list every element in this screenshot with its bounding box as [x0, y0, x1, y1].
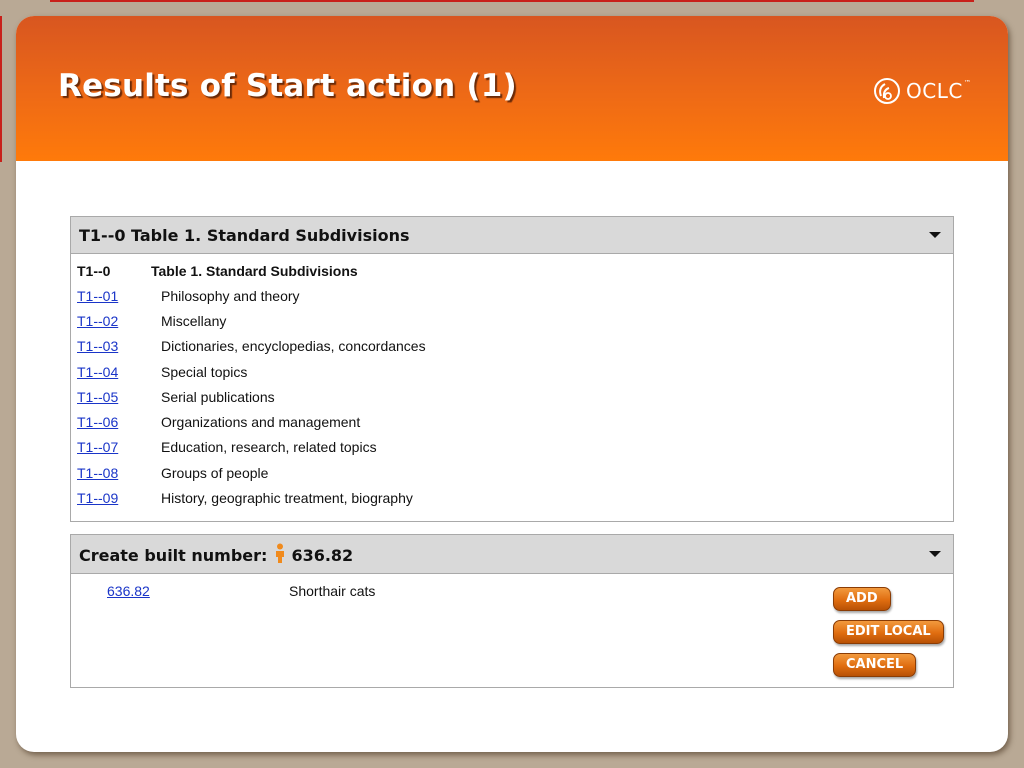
edit-local-button[interactable]: EDIT LOCAL: [833, 620, 944, 644]
header-code: T1--0: [77, 263, 111, 279]
built-number-desc: Shorthair cats: [289, 583, 376, 599]
panel-header: T1--0 Table 1. Standard Subdivisions: [71, 217, 953, 254]
chevron-down-icon[interactable]: [929, 551, 941, 557]
subdivision-link[interactable]: T1--09: [77, 490, 118, 506]
subdivision-link[interactable]: T1--04: [77, 364, 118, 380]
cancel-button[interactable]: CANCEL: [833, 653, 917, 677]
header-desc: Table 1. Standard Subdivisions: [151, 263, 358, 279]
top-accent-rule: [50, 0, 974, 2]
subdivision-link[interactable]: T1--05: [77, 389, 118, 405]
subdivision-desc: Groups of people: [161, 465, 269, 481]
panel-title: T1--0 Table 1. Standard Subdivisions: [79, 226, 410, 245]
subdivision-desc: Serial publications: [161, 389, 275, 405]
oclc-logo: OCLC ™: [872, 74, 971, 108]
subdivision-link[interactable]: T1--07: [77, 439, 118, 455]
subdivision-desc: Philosophy and theory: [161, 288, 300, 304]
standard-subdivisions-panel: T1--0 Table 1. Standard Subdivisions T1-…: [70, 216, 954, 522]
logo-text: OCLC: [906, 79, 963, 103]
subdivision-link[interactable]: T1--01: [77, 288, 118, 304]
subdivision-desc: Miscellany: [161, 313, 227, 329]
subdivision-desc: Education, research, related topics: [161, 439, 377, 455]
subdivision-desc: History, geographic treatment, biography: [161, 490, 413, 506]
built-number-value: 636.82: [291, 545, 354, 565]
subdivision-link[interactable]: T1--03: [77, 338, 118, 354]
chevron-down-icon[interactable]: [929, 232, 941, 238]
built-number-panel: Create built number: 636.82 636.82 Shorth…: [70, 534, 954, 688]
subdivision-link[interactable]: T1--06: [77, 414, 118, 430]
slide: Results of Start action (1) OCLC ™ T1--0…: [16, 16, 1008, 752]
subdivision-desc: Special topics: [161, 364, 248, 380]
built-number-label: Create built number:: [79, 545, 268, 565]
subdivision-desc: Dictionaries, encyclopedias, concordance…: [161, 338, 426, 354]
built-number-link[interactable]: 636.82: [107, 583, 150, 599]
oclc-logo-icon: [874, 78, 900, 104]
page-title: Results of Start action (1): [58, 68, 517, 104]
panel-header: Create built number: 636.82: [71, 535, 953, 574]
left-accent-rule: [0, 16, 2, 162]
add-button[interactable]: ADD: [833, 587, 891, 611]
subdivision-link[interactable]: T1--02: [77, 313, 118, 329]
subdivision-link[interactable]: T1--08: [77, 465, 118, 481]
slide-header: Results of Start action (1) OCLC ™: [16, 16, 1008, 161]
subdivision-desc: Organizations and management: [161, 414, 361, 430]
built-number-heading: Create built number: 636.82: [79, 543, 353, 567]
logo-trademark: ™: [963, 79, 971, 87]
person-icon: [275, 543, 285, 567]
